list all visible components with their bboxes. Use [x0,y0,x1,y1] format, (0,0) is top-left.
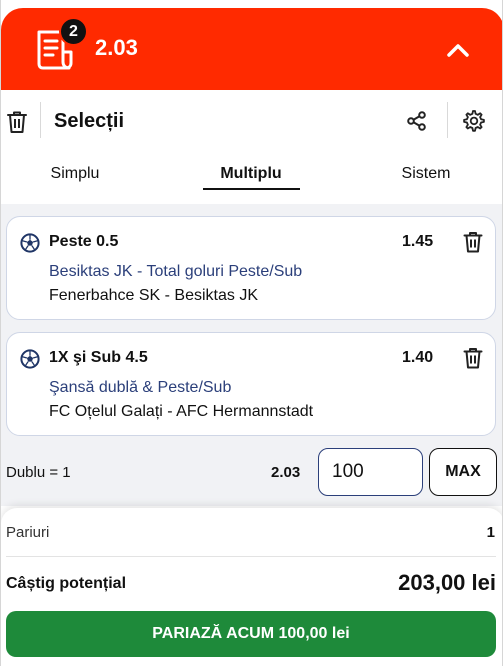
place-bet-button[interactable]: PARIAZĂ ACUM 100,00 lei [6,611,496,657]
selection-name: Peste 0.5 [49,233,119,250]
potential-win-value: 203,00 lei [398,570,496,595]
gear-icon[interactable] [461,109,485,133]
selection-card: Peste 0.5 1.45 Besiktas JK - Total golur… [6,216,496,320]
divider [447,102,448,138]
chevron-up-icon [447,44,469,57]
max-stake-button[interactable]: MAX [429,448,497,496]
active-tab-indicator [203,188,300,190]
divider [40,102,41,138]
potential-win-label: Câștig potențial [6,575,127,592]
selection-event: FC Oțelul Galați - AFC Hermannstadt [49,403,314,420]
selection-count-badge: 2 [59,17,88,46]
selection-odds: 1.45 [402,233,434,250]
trash-all-icon[interactable] [6,110,28,134]
selection-name: 1X şi Sub 4.5 [49,349,148,366]
bets-count-label: Pariuri [6,524,50,541]
combination-odds: 2.03 [271,464,301,481]
bets-count-value: 1 [486,524,495,541]
selection-event: Fenerbahce SK - Besiktas JK [49,287,258,304]
bet-combination-label: Dublu = 1 [6,464,71,481]
remove-selection-icon[interactable] [463,231,483,253]
selection-market: Besiktas JK - Total goluri Peste/Sub [49,263,303,280]
bet-type-tabs: Simplu Multiplu Sistem [1,158,502,198]
selection-card: 1X şi Sub 4.5 1.40 Şansă dublă & Peste/S… [6,332,496,436]
divider [6,556,496,557]
stake-input[interactable] [318,448,423,496]
share-icon[interactable] [406,110,428,132]
bet-summary: Pariuri 1 Câștig potențial 203,00 lei PA… [1,508,502,666]
tab-sistem[interactable]: Sistem [371,158,481,198]
total-odds: 2.03 [95,35,138,60]
soccer-ball-icon [20,349,40,369]
betslip-header[interactable]: 2 2.03 [1,8,502,90]
tab-simplu[interactable]: Simplu [21,158,129,198]
selection-odds: 1.40 [402,349,434,366]
selection-market: Şansă dublă & Peste/Sub [49,379,232,396]
collapse-button[interactable] [443,38,473,62]
soccer-ball-icon [20,233,40,253]
page-title: Selecții [54,110,125,132]
remove-selection-icon[interactable] [463,347,483,369]
betslip-panel: 2 2.03 Selecții Simplu Multiplu Sistem P… [0,0,503,666]
title-bar: Selecții [1,90,502,152]
tab-multiplu[interactable]: Multiplu [201,158,301,198]
